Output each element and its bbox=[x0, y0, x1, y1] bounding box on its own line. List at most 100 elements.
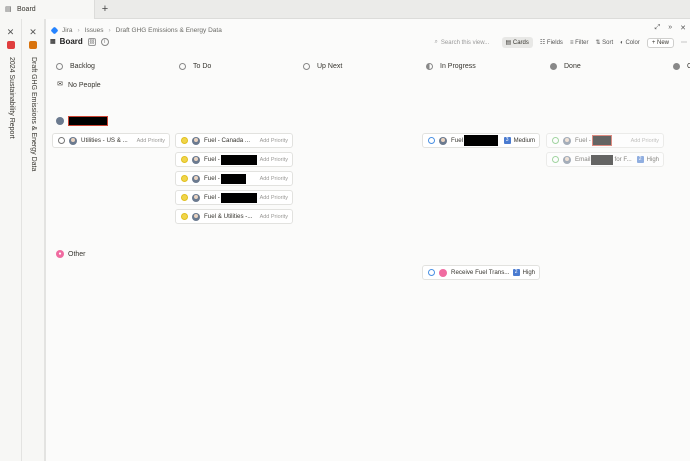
mail-icon: ✉ bbox=[57, 81, 63, 88]
card-title: Fuel bbox=[451, 137, 464, 144]
new-tab-button[interactable]: + bbox=[98, 2, 112, 16]
card-title: Email bbox=[575, 156, 591, 163]
avatar bbox=[563, 155, 571, 164]
avatar bbox=[439, 136, 447, 145]
breadcrumb-jira[interactable]: Jira bbox=[62, 27, 72, 34]
card-title-wrap: Fuel - bbox=[204, 173, 260, 184]
priority-badge[interactable]: 3 Medium bbox=[503, 137, 535, 144]
page-icon bbox=[29, 41, 37, 49]
column-label: Backlog bbox=[70, 63, 95, 70]
panel-title: Draft GHG Emissions & Energy Data bbox=[30, 57, 37, 172]
new-button[interactable]: + New bbox=[646, 37, 674, 48]
fields-label: Fields bbox=[546, 40, 563, 46]
card-title: Fuel & Utilities -... bbox=[204, 213, 253, 220]
status-icon bbox=[552, 156, 559, 163]
column-label: Up Next bbox=[317, 63, 343, 70]
search-icon: ⌕ bbox=[434, 39, 438, 45]
collapsed-panel-report[interactable]: ✕ 2024 Sustainability Report bbox=[0, 19, 22, 461]
priority-badge[interactable]: 2 High bbox=[636, 156, 659, 163]
priority-level: 2 bbox=[636, 156, 644, 163]
issue-card[interactable]: Receive Fuel Trans... 2 High bbox=[422, 265, 540, 280]
board-icon: ▦ bbox=[50, 39, 56, 45]
collapsed-panel-draft[interactable]: ✕ Draft GHG Emissions & Energy Data bbox=[22, 19, 45, 461]
column-todo[interactable]: To Do bbox=[179, 63, 211, 70]
issue-card[interactable]: Fuel - Add Priority bbox=[175, 152, 293, 167]
breadcrumb-issues[interactable]: Issues bbox=[85, 27, 104, 34]
status-icon bbox=[426, 63, 433, 70]
redacted-text bbox=[220, 173, 246, 184]
close-icon[interactable]: ✕ bbox=[0, 27, 21, 38]
color-button[interactable]: ◐ Color bbox=[620, 40, 640, 46]
cards-label: Cards bbox=[512, 40, 529, 46]
issue-card[interactable]: Email for F... 2 High bbox=[546, 152, 664, 167]
board-title[interactable]: Board bbox=[60, 37, 83, 46]
info-icon[interactable]: i bbox=[100, 37, 109, 46]
tab-bar: ▤ Board + bbox=[0, 0, 690, 19]
status-icon bbox=[58, 137, 65, 144]
close-icon[interactable]: ✕ bbox=[22, 27, 44, 38]
issue-card[interactable]: Fuel - Add Priority bbox=[546, 133, 664, 148]
card-title-wrap: Fuel bbox=[451, 135, 504, 146]
add-priority[interactable]: Add Priority bbox=[260, 195, 288, 201]
double-chevron-icon[interactable]: » bbox=[668, 24, 672, 32]
other-icon: ● bbox=[56, 250, 64, 258]
avatar bbox=[192, 193, 200, 202]
breadcrumb: Jira › Issues › Draft GHG Emissions & En… bbox=[50, 24, 222, 36]
add-priority[interactable]: Add Priority bbox=[260, 176, 288, 182]
add-priority[interactable]: Add Priority bbox=[137, 138, 165, 144]
view-toolbar: ▦ Board ⛓ i ⌕ Search this view... ▤ Card… bbox=[46, 36, 690, 50]
color-label: Color bbox=[625, 39, 640, 46]
group-no-people[interactable]: ✉ No People bbox=[56, 81, 101, 89]
close-icon[interactable]: ✕ bbox=[680, 24, 686, 32]
column-backlog[interactable]: Backlog bbox=[56, 63, 95, 70]
filter-label: Filter bbox=[575, 39, 589, 46]
filter-button[interactable]: ≡ Filter bbox=[570, 40, 589, 46]
redacted-text bbox=[591, 135, 612, 146]
group-other[interactable]: ● Other bbox=[56, 250, 86, 258]
card-title: Fuel - bbox=[204, 156, 220, 163]
priority-badge[interactable]: 2 High bbox=[512, 269, 535, 276]
more-icon[interactable]: ⋯ bbox=[681, 39, 687, 46]
avatar bbox=[56, 117, 64, 125]
status-header-row: Backlog To Do Up Next In Progress Done C… bbox=[46, 63, 690, 73]
view-title: ▦ Board ⛓ i bbox=[50, 37, 109, 46]
add-priority[interactable]: Add Priority bbox=[631, 138, 659, 144]
group-person[interactable] bbox=[56, 116, 108, 126]
issue-card[interactable]: Fuel 3 Medium bbox=[422, 133, 540, 148]
issue-card[interactable]: Fuel - Add Priority bbox=[175, 171, 293, 186]
status-icon bbox=[181, 194, 188, 201]
status-icon bbox=[303, 63, 310, 70]
link-icon[interactable]: ⛓ bbox=[87, 37, 96, 46]
add-priority[interactable]: Add Priority bbox=[260, 157, 288, 163]
add-priority[interactable]: Add Priority bbox=[260, 214, 288, 220]
fields-button[interactable]: ☷ Fields bbox=[540, 39, 563, 46]
search-box[interactable]: ⌕ Search this view... bbox=[435, 39, 495, 46]
issue-card[interactable]: Fuel - Canada ... Add Priority bbox=[175, 133, 293, 148]
issue-card[interactable]: Fuel & Utilities -... Add Priority bbox=[175, 209, 293, 224]
status-icon bbox=[179, 63, 186, 70]
issue-card[interactable]: Fuel - Add Priority bbox=[175, 190, 293, 205]
add-priority[interactable]: Add Priority bbox=[260, 138, 288, 144]
breadcrumb-page[interactable]: Draft GHG Emissions & Energy Data bbox=[116, 27, 222, 34]
panel-title: 2024 Sustainability Report bbox=[7, 57, 15, 139]
jira-icon bbox=[50, 26, 59, 34]
redacted-name bbox=[68, 116, 108, 126]
card-title: Fuel - bbox=[575, 137, 591, 144]
status-icon bbox=[181, 156, 188, 163]
redacted-text bbox=[591, 154, 614, 165]
tab-board[interactable]: ▤ Board bbox=[0, 0, 95, 19]
priority-label: High bbox=[646, 156, 659, 163]
priority-label: Medium bbox=[513, 137, 535, 144]
column-canceled[interactable]: Ca bbox=[673, 63, 690, 70]
board-panel: Jira › Issues › Draft GHG Emissions & En… bbox=[45, 19, 690, 461]
column-up-next[interactable]: Up Next bbox=[303, 63, 342, 70]
column-label: In Progress bbox=[440, 63, 476, 70]
sort-button[interactable]: ⇅ Sort bbox=[595, 39, 613, 46]
cards-button[interactable]: ▤ Cards bbox=[501, 37, 533, 48]
issue-card[interactable]: Utilities - US & ... Add Priority bbox=[52, 133, 170, 148]
column-done[interactable]: Done bbox=[550, 63, 581, 70]
column-in-progress[interactable]: In Progress bbox=[426, 63, 476, 70]
redacted-text bbox=[220, 192, 257, 203]
status-icon bbox=[550, 63, 557, 70]
open-full-icon[interactable]: ⤢ bbox=[655, 24, 661, 32]
